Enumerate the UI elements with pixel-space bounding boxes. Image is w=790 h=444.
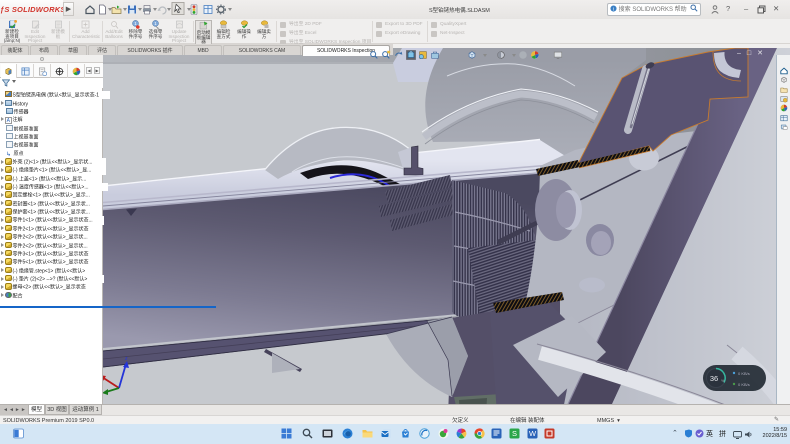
svg-text:0 KB/s: 0 KB/s bbox=[738, 382, 750, 387]
svg-text:0 KB/s: 0 KB/s bbox=[738, 371, 750, 376]
svg-text:36: 36 bbox=[710, 374, 718, 383]
svg-text:W: W bbox=[529, 429, 537, 438]
svg-text:S: S bbox=[512, 429, 517, 438]
svg-text:%: % bbox=[721, 378, 725, 383]
